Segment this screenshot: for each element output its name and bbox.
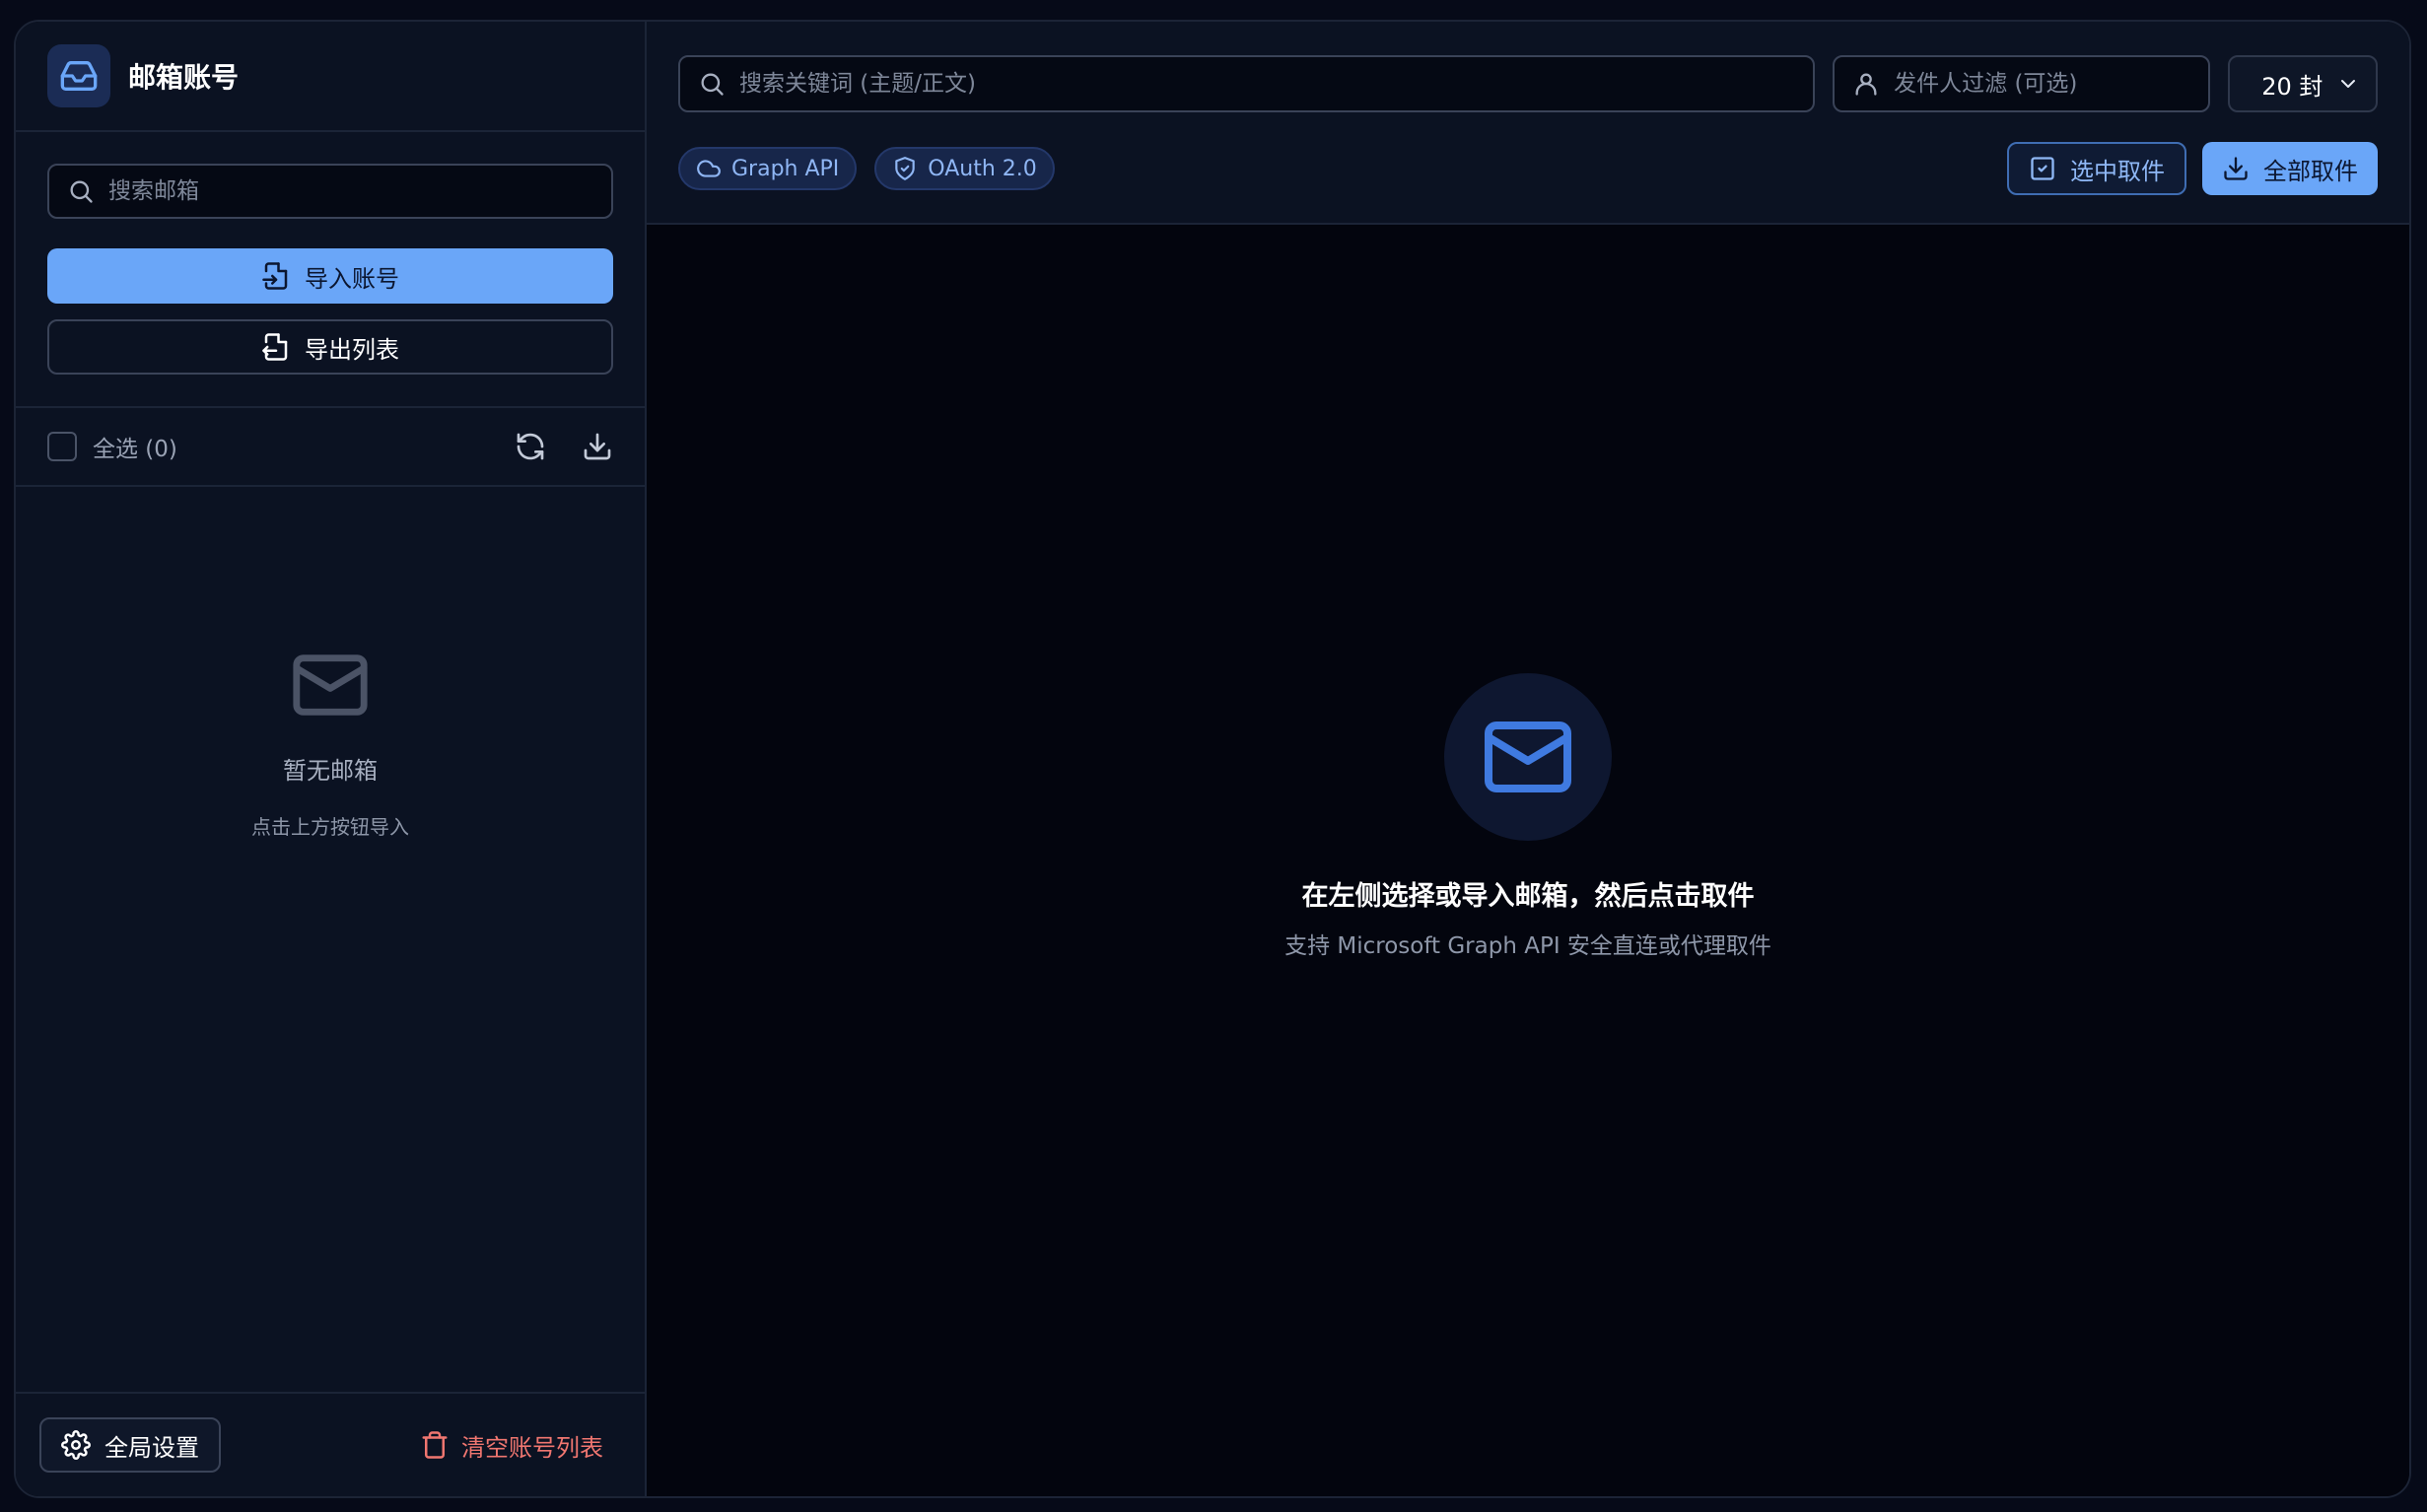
file-import-icon [261,261,291,291]
refresh-icon[interactable] [515,431,546,462]
badge-action-row: Graph API OAuth 2.0 选中取件 全部取件 [678,142,2378,195]
fetch-all-label: 全部取件 [2263,157,2358,185]
empty-state-subtitle: 支持 Microsoft Graph API 安全直连或代理取件 [1284,932,1771,959]
export-list-button[interactable]: 导出列表 [47,319,613,375]
inbox-logo-icon [47,44,110,107]
empty-state-badge [1444,672,1612,841]
gear-icon [61,1430,91,1460]
trash-icon [420,1430,450,1460]
mail-count-select[interactable]: 20 封 [2228,55,2379,112]
chevron-down-icon [2336,72,2360,96]
select-all-row: 全选 (0) [16,408,645,487]
download-icon [2222,155,2250,182]
search-icon [698,70,726,98]
graph-api-badge: Graph API [678,147,858,190]
fetch-actions: 选中取件 全部取件 [2007,142,2378,195]
sidebar: 邮箱账号 导入账号 导出列表 [16,22,647,1496]
fetch-selected-label: 选中取件 [2070,157,2165,185]
clear-accounts-button[interactable]: 清空账号列表 [420,1428,621,1463]
sidebar-title: 邮箱账号 [128,61,240,94]
oauth-badge: OAuth 2.0 [874,147,1055,190]
global-settings-button[interactable]: 全局设置 [39,1417,221,1473]
empty-state-title: 在左侧选择或导入邮箱，然后点击取件 [1301,880,1755,912]
main-panel: 20 封 Graph API OAuth 2.0 [647,22,2409,1496]
mailbox-search-input[interactable] [108,178,593,204]
empty-mailbox-list: 暂无邮箱 点击上方按钮导入 [16,487,645,1392]
download-icon[interactable] [582,431,613,462]
filter-row: 20 封 [678,55,2379,112]
sidebar-tools: 导入账号 导出列表 [16,132,645,408]
mail-icon [290,645,371,725]
empty-list-subtitle: 点击上方按钮导入 [251,815,409,839]
import-accounts-button[interactable]: 导入账号 [47,248,613,304]
square-check-icon [2029,155,2056,182]
empty-state: 在左侧选择或导入邮箱，然后点击取件 支持 Microsoft Graph API… [647,225,2409,1496]
sidebar-header: 邮箱账号 [16,22,645,132]
export-list-label: 导出列表 [305,335,399,364]
file-export-icon [261,332,291,362]
sender-filter-box[interactable] [1833,55,2211,112]
cloud-icon [696,156,722,181]
app-window: 邮箱账号 导入账号 导出列表 [14,20,2411,1498]
sidebar-footer: 全局设置 清空账号列表 [16,1392,645,1496]
main-toolbar: 20 封 Graph API OAuth 2.0 [647,22,2409,225]
oauth-label: OAuth 2.0 [928,156,1037,181]
fetch-all-button[interactable]: 全部取件 [2202,142,2378,195]
mail-count-value: 20 封 [2261,72,2323,101]
search-icon [67,177,95,205]
user-icon [1852,70,1880,98]
keyword-search-input[interactable] [739,71,1796,97]
fetch-selected-button[interactable]: 选中取件 [2007,142,2186,195]
clear-accounts-label: 清空账号列表 [461,1433,603,1462]
keyword-search-box[interactable] [678,55,1816,112]
empty-list-title: 暂无邮箱 [283,757,378,785]
sender-filter-input[interactable] [1894,71,2191,97]
mail-icon [1481,710,1575,804]
select-all-label: 全选 (0) [93,437,177,462]
graph-api-label: Graph API [731,156,840,181]
global-settings-label: 全局设置 [104,1433,199,1462]
row-actions [515,431,613,462]
import-accounts-label: 导入账号 [305,264,399,293]
select-all-checkbox[interactable] [47,432,77,461]
shield-check-icon [892,156,918,181]
mailbox-search-box[interactable] [47,164,613,219]
